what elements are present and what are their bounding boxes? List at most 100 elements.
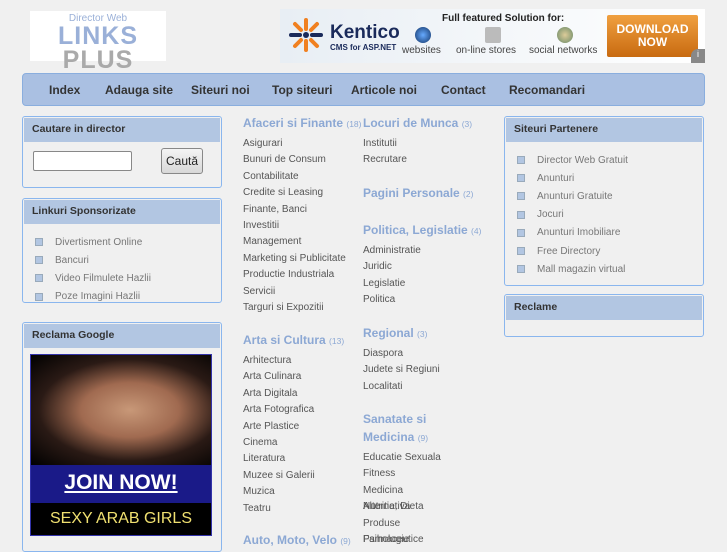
- display-ad[interactable]: JOIN NOW! SEXY ARAB GIRLS: [30, 354, 212, 536]
- subcategory-link[interactable]: Cinema: [243, 435, 363, 451]
- subcategory-link[interactable]: Targuri si Expozitii: [243, 300, 363, 316]
- subcategory-link[interactable]: Produse Farmaceutice: [363, 516, 443, 545]
- banner-feature: social networks: [529, 45, 598, 56]
- link[interactable]: Anunturi: [537, 173, 574, 184]
- subcategory-link[interactable]: Juridic: [363, 259, 493, 275]
- download-now-button[interactable]: DOWNLOAD NOW: [607, 15, 698, 57]
- category-block: Politica, Legislatie (4) Administratie Jur…: [363, 221, 493, 309]
- subcategory-link[interactable]: Marketing si Publicitate: [243, 251, 363, 267]
- subcategory-link[interactable]: Medicina Alternativa: [363, 483, 443, 512]
- category-block: Arta si Cultura (13) Arhitectura Arta Culi…: [243, 331, 363, 517]
- subcategory-link[interactable]: Muzica: [243, 484, 363, 500]
- search-button[interactable]: Caută: [161, 148, 203, 174]
- nav-articole-noi[interactable]: Articole noi: [351, 83, 441, 97]
- subcategory-link[interactable]: Localitati: [363, 379, 493, 395]
- list-item[interactable]: Bancuri: [35, 251, 221, 269]
- subcategory-link[interactable]: Institutii: [363, 136, 483, 152]
- ad-info-icon[interactable]: i: [691, 49, 705, 63]
- subcategory-link[interactable]: Arta Digitala: [243, 386, 363, 402]
- subcategory-link[interactable]: Bunuri de Consum: [243, 152, 363, 168]
- bullet-square-icon: [517, 210, 525, 219]
- subcategory-link[interactable]: Servicii: [243, 284, 363, 300]
- people-icon: [557, 27, 573, 43]
- subcategory-link[interactable]: Nutritie, Dieta: [363, 499, 443, 515]
- list-item[interactable]: Poze Imagini Hazlii: [35, 288, 221, 302]
- nav-adauga-site[interactable]: Adauga site: [105, 83, 191, 97]
- category-heading[interactable]: Afaceri si Finante (18): [243, 114, 363, 133]
- list-item[interactable]: Director Web Gratuit: [517, 151, 703, 169]
- list-item[interactable]: Mall magazin virtual: [517, 260, 703, 278]
- subcategory-link[interactable]: Arte Plastice: [243, 419, 363, 435]
- nav-recomandari[interactable]: Recomandari: [509, 83, 585, 97]
- link[interactable]: Divertisment Online: [55, 237, 142, 248]
- subcategory-link[interactable]: Asigurari: [243, 136, 363, 152]
- subcategory-link[interactable]: Psihologie: [363, 532, 443, 548]
- subcategory-link[interactable]: Judete si Regiuni: [363, 362, 493, 378]
- panel-title: Siteuri Partenere: [506, 118, 702, 142]
- bullet-square-icon: [517, 265, 525, 274]
- subcategory-link[interactable]: Muzee si Galerii: [243, 468, 363, 484]
- logo-word-plus: PLUS: [62, 46, 134, 74]
- category-heading[interactable]: Auto, Moto, Velo (9): [243, 531, 363, 550]
- bullet-square-icon: [35, 274, 43, 283]
- category-heading[interactable]: Regional (3): [363, 324, 493, 343]
- nav-contact[interactable]: Contact: [441, 83, 509, 97]
- subcategory-link[interactable]: Administratie: [363, 243, 493, 259]
- subcategory-link[interactable]: Educatie Sexuala: [363, 450, 443, 466]
- subcategory-link[interactable]: Literatura: [243, 451, 363, 467]
- subcategory-link[interactable]: Arta Culinara: [243, 369, 363, 385]
- link[interactable]: Free Directory: [537, 246, 600, 257]
- category-count: (13): [329, 336, 345, 346]
- kentico-logo-icon: [289, 18, 323, 52]
- subcategory-link[interactable]: Teatru: [243, 501, 363, 517]
- ad-join-text: JOIN NOW!: [31, 465, 211, 503]
- nav-siteuri-noi[interactable]: Siteuri noi: [191, 83, 272, 97]
- ad-photo: [31, 355, 211, 465]
- ads-panel: Reclame: [504, 294, 704, 337]
- subcategory-link[interactable]: Legislatie: [363, 276, 493, 292]
- category-heading[interactable]: Politica, Legislatie (4): [363, 221, 493, 240]
- category-heading[interactable]: Pagini Personale (2): [363, 184, 493, 203]
- list-item[interactable]: Anunturi Imobiliare: [517, 224, 703, 242]
- banner-headline: Full featured Solution for:: [442, 13, 565, 24]
- list-item[interactable]: Video Filmulete Hazlii: [35, 269, 221, 287]
- link[interactable]: Anunturi Gratuite: [537, 191, 613, 202]
- subcategory-link[interactable]: Investitii: [243, 218, 363, 234]
- link[interactable]: Jocuri: [537, 209, 564, 220]
- link[interactable]: Poze Imagini Hazlii: [55, 291, 140, 302]
- sponsored-links-panel: Linkuri Sponsorizate Divertisment Online…: [22, 198, 222, 303]
- category-heading[interactable]: Sanatate si Medicina (9): [363, 410, 443, 447]
- link[interactable]: Mall magazin virtual: [537, 264, 625, 275]
- list-item[interactable]: Free Directory: [517, 242, 703, 260]
- search-input[interactable]: [33, 151, 132, 171]
- link[interactable]: Video Filmulete Hazlii: [55, 273, 151, 284]
- nav-top-siteuri[interactable]: Top siteuri: [272, 83, 351, 97]
- nav-index[interactable]: Index: [49, 83, 105, 97]
- site-logo[interactable]: Director Web LINKS PLUS: [30, 11, 166, 73]
- subcategory-link[interactable]: Fitness: [363, 466, 443, 482]
- category-heading[interactable]: Arta si Cultura (13): [243, 331, 363, 350]
- category-heading[interactable]: Locuri de Munca (3): [363, 114, 483, 133]
- subcategory-link[interactable]: Credite si Leasing: [243, 185, 363, 201]
- subcategory-link[interactable]: Management: [243, 234, 363, 250]
- subcategory-link[interactable]: Productie Industriala: [243, 267, 363, 283]
- panel-title: Reclame: [506, 296, 702, 320]
- subcategory-link[interactable]: Politica: [363, 292, 493, 308]
- link[interactable]: Anunturi Imobiliare: [537, 227, 620, 238]
- subcategory-link[interactable]: Finante, Banci: [243, 202, 363, 218]
- link[interactable]: Director Web Gratuit: [537, 155, 628, 166]
- subcategory-link[interactable]: Arhitectura: [243, 353, 363, 369]
- kentico-banner-ad[interactable]: Kentico CMS for ASP.NET Full featured So…: [280, 9, 705, 63]
- category-block: Auto, Moto, Velo (9): [243, 531, 363, 550]
- subcategory-link[interactable]: Recrutare: [363, 152, 483, 168]
- list-item[interactable]: Jocuri: [517, 206, 703, 224]
- list-item[interactable]: Divertisment Online: [35, 233, 221, 251]
- link[interactable]: Bancuri: [55, 255, 89, 266]
- subcategory-link[interactable]: Contabilitate: [243, 169, 363, 185]
- list-item[interactable]: Anunturi Gratuite: [517, 187, 703, 205]
- subcategory-link[interactable]: Diaspora: [363, 346, 493, 362]
- category-block: Sanatate si Medicina (9) Educatie Sexuala…: [363, 410, 443, 548]
- list-item[interactable]: Anunturi: [517, 169, 703, 187]
- subcategory-link[interactable]: Arta Fotografica: [243, 402, 363, 418]
- banner-feature: websites: [402, 45, 441, 56]
